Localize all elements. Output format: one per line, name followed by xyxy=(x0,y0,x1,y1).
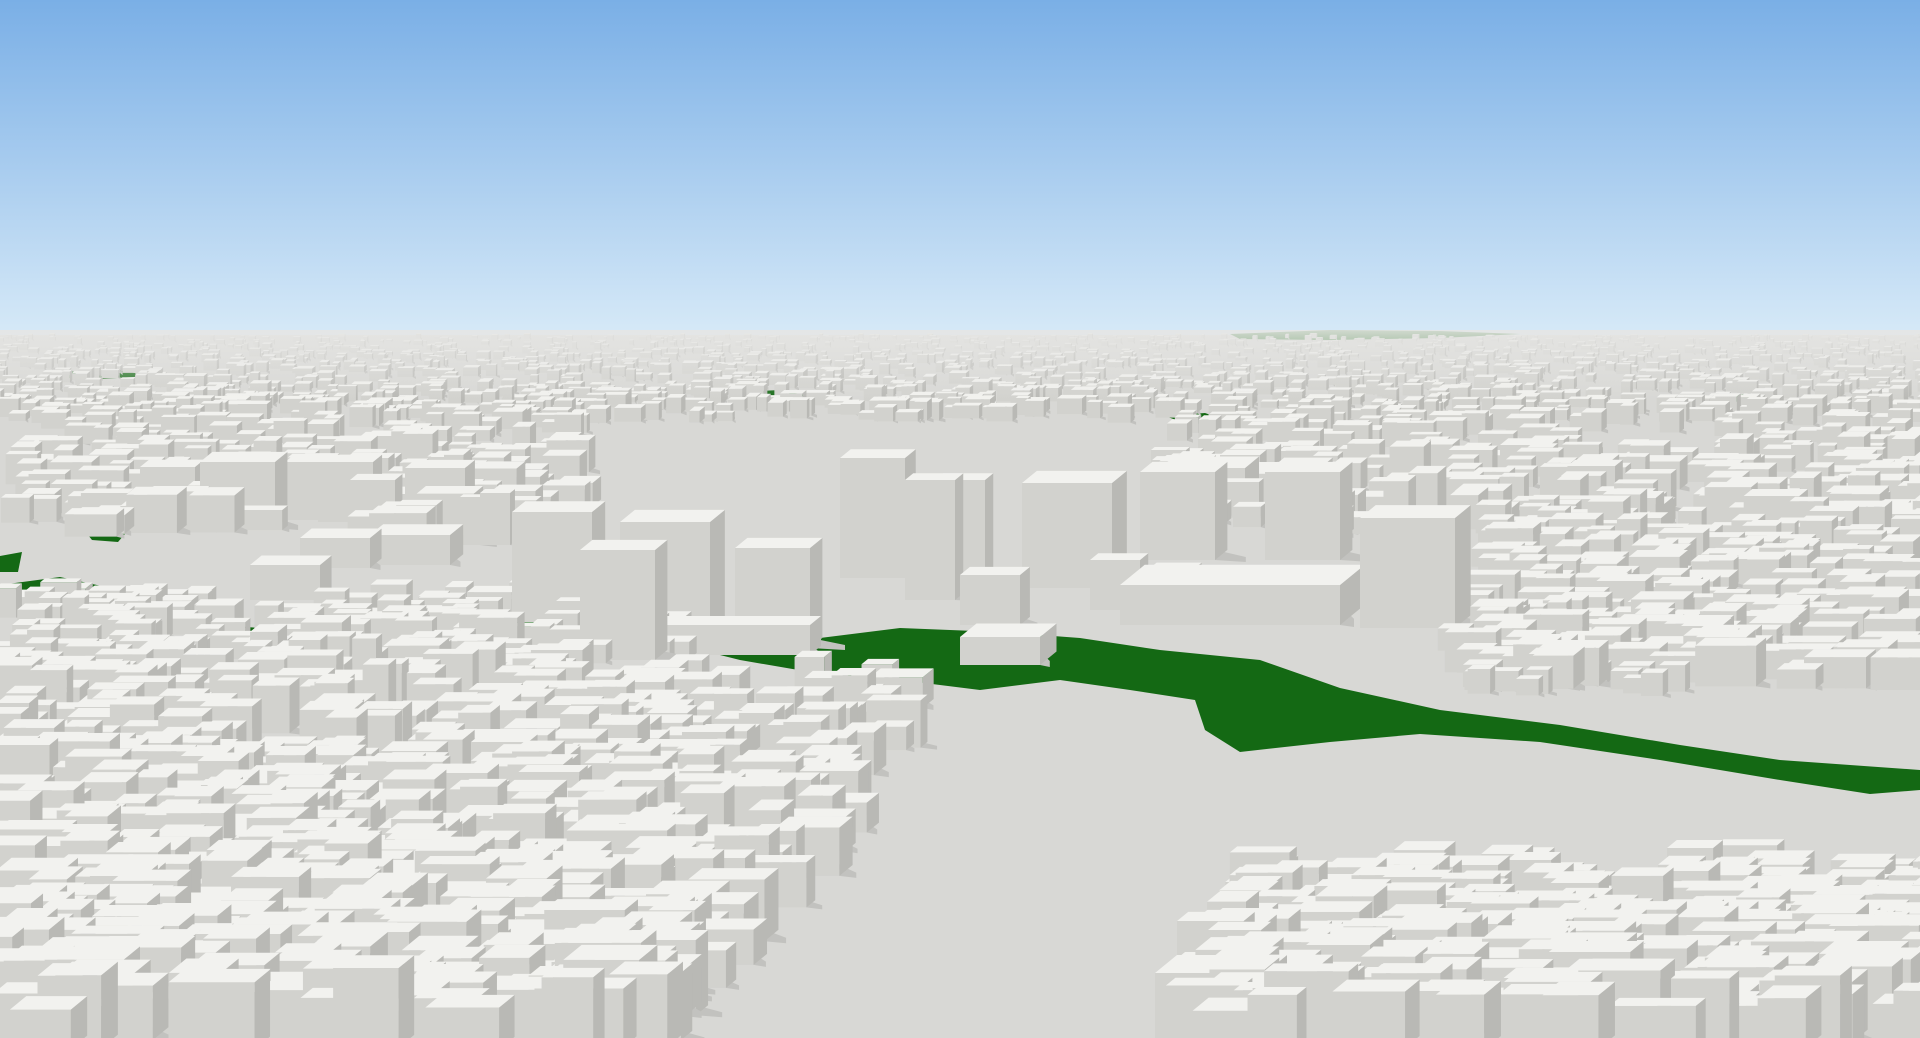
city-render xyxy=(0,0,1920,1038)
sky xyxy=(0,0,1920,345)
city-render-canvas xyxy=(0,0,1920,1038)
